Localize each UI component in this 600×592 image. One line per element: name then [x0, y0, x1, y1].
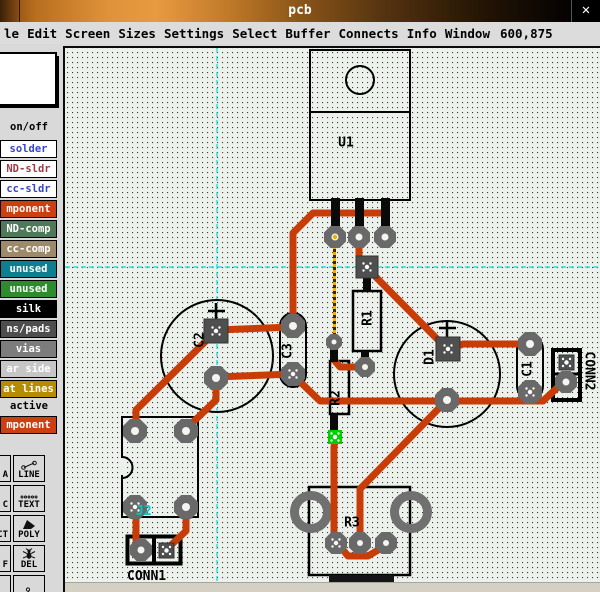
layer-button-vias[interactable]: vias — [0, 340, 57, 358]
layer-button-gnd-comp[interactable]: ND-comp — [0, 220, 57, 238]
layer-button-far-side[interactable]: ar side — [0, 360, 57, 378]
line-icon — [20, 460, 38, 470]
layer-button-unused-1[interactable]: unused — [0, 260, 57, 278]
board-preview[interactable] — [0, 52, 57, 106]
label-conn2: CONN2 — [582, 351, 597, 390]
tool-button-rot-cut[interactable]: ■ — [0, 575, 11, 592]
tool-button-arc-cut[interactable]: C — [0, 485, 11, 512]
menu-item-select[interactable]: Select — [228, 26, 281, 41]
bug-icon — [20, 548, 38, 560]
layer-button-rat-lines[interactable]: at lines — [0, 380, 57, 398]
menu-item-info[interactable]: Info — [403, 26, 441, 41]
window-title: pcb — [0, 0, 600, 22]
menu-item-edit[interactable]: Edit — [23, 26, 61, 41]
tool-button-line[interactable]: LINE — [13, 455, 45, 482]
label-c2: C2 — [193, 332, 208, 348]
onoff-label: on/off — [0, 121, 58, 133]
layer-button-component[interactable]: mponent — [0, 200, 57, 218]
tool-button-via-cut[interactable]: A — [0, 455, 11, 482]
layer-button-solder[interactable]: solder — [0, 140, 57, 158]
label-j2: J2 — [136, 504, 152, 519]
tool-button-poly[interactable]: POLY — [13, 515, 45, 542]
active-layer-button[interactable]: mponent — [0, 416, 57, 434]
label-c3: C3 — [281, 343, 296, 359]
label-r3: R3 — [344, 516, 360, 531]
label-r2: R2 — [329, 390, 344, 406]
menu-item-window[interactable]: Window — [441, 26, 494, 41]
menu-item-settings[interactable]: Settings — [160, 26, 228, 41]
label-u1: U1 — [338, 136, 354, 151]
menu-item-screen[interactable]: Screen — [61, 26, 114, 41]
menu-item-buffer[interactable]: Buffer — [281, 26, 334, 41]
menu-item-sizes[interactable]: Sizes — [114, 26, 160, 41]
active-label: active — [0, 400, 58, 412]
poly-icon — [20, 519, 38, 530]
close-button[interactable]: ✕ — [571, 0, 600, 22]
menu-item-connects[interactable]: Connects — [335, 26, 403, 41]
label-r1: R1 — [361, 310, 376, 326]
sidebar: on/off solder ND-sldr cc-sldr mponent ND… — [0, 44, 63, 592]
label-d1: D1 — [423, 349, 438, 365]
menu-item-file[interactable]: le — [0, 26, 23, 41]
menubar: le Edit Screen Sizes Settings Select Buf… — [0, 22, 600, 44]
layer-button-unused-2[interactable]: unused — [0, 280, 57, 298]
tool-button-del[interactable]: DEL — [13, 545, 45, 572]
layer-button-gnd-sldr[interactable]: ND-sldr — [0, 160, 57, 178]
insert-point-icon — [19, 586, 39, 592]
label-c1: C1 — [521, 361, 536, 377]
pcb-canvas[interactable]: U1 R1 R2 R3 C1 C2 C3 D1 J2 CONN1 CONN2 — [63, 46, 600, 592]
titlebar[interactable]: pcb ✕ — [0, 0, 600, 22]
tool-button-insert-point[interactable] — [13, 575, 45, 592]
cursor-position: 600,875 — [494, 26, 553, 41]
layer-button-silk[interactable]: silk — [0, 300, 57, 318]
layer-button-vcc-comp[interactable]: cc-comp — [0, 240, 57, 258]
ratline-endpoint — [333, 235, 337, 239]
layer-button-vcc-sldr[interactable]: cc-sldr — [0, 180, 57, 198]
label-conn1: CONN1 — [127, 569, 166, 583]
statusbar — [65, 582, 600, 592]
close-icon: ✕ — [582, 2, 590, 18]
tool-button-buf-cut[interactable]: F — [0, 545, 11, 572]
tool-button-rect-cut[interactable]: CT — [0, 515, 11, 542]
layer-button-pins-pads[interactable]: ns/pads — [0, 320, 57, 338]
tool-button-text[interactable]: TEXT — [13, 485, 45, 512]
